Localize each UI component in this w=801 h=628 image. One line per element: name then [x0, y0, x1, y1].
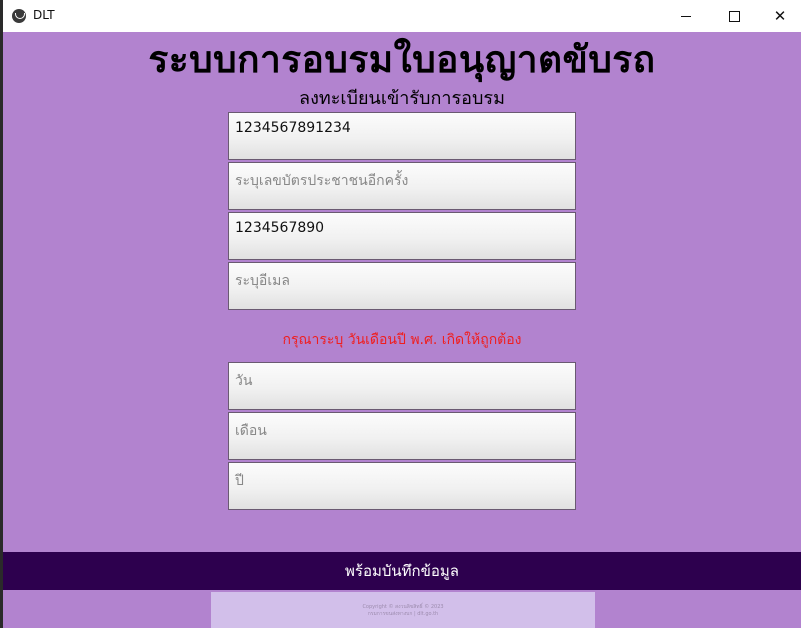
footer-org: กรมการขนส่งทางบก | dlt.go.th [367, 611, 439, 617]
id-confirm-field[interactable]: ระบุเลขบัตรประชาชนอีกครั้ง [228, 162, 576, 210]
birth-month-field[interactable]: เดือน [228, 412, 576, 460]
birth-day-field[interactable]: วัน [228, 362, 576, 410]
birthdate-warning: กรุณาระบุ วันเดือนปี พ.ศ. เกิดให้ถูกต้อง [282, 332, 522, 348]
title-bar: DLT ✕ [3, 0, 801, 32]
save-button[interactable]: พร้อมบันทึกข้อมูล [3, 552, 801, 590]
window-title: DLT [33, 8, 55, 22]
app-window: DLT ✕ ระบบการอบรมใบอนุญาตขับรถ ลงทะเบียน… [3, 0, 801, 628]
close-icon: ✕ [773, 7, 787, 25]
page-title: ระบบการอบรมใบอนุญาตขับรถ [148, 38, 656, 81]
phone-field[interactable]: 1234567890 [228, 212, 576, 260]
email-field[interactable]: ระบุอีเมล [228, 262, 576, 310]
minimize-button[interactable] [663, 0, 709, 32]
maximize-button[interactable] [711, 0, 757, 32]
close-button[interactable]: ✕ [757, 0, 801, 32]
minimize-icon [681, 15, 691, 17]
app-logo-icon [12, 9, 26, 23]
footer: Copyright © สงวนลิขสิทธิ์ © 2023 กรมการข… [211, 592, 595, 628]
footer-copyright: Copyright © สงวนลิขสิทธิ์ © 2023 [362, 604, 444, 610]
save-button-label: พร้อมบันทึกข้อมูล [345, 562, 459, 580]
id-number-field[interactable]: 1234567891234 [228, 112, 576, 160]
page-subtitle: ลงทะเบียนเข้ารับการอบรม [299, 88, 505, 109]
birth-year-field[interactable]: ปี [228, 462, 576, 510]
maximize-icon [728, 10, 740, 22]
